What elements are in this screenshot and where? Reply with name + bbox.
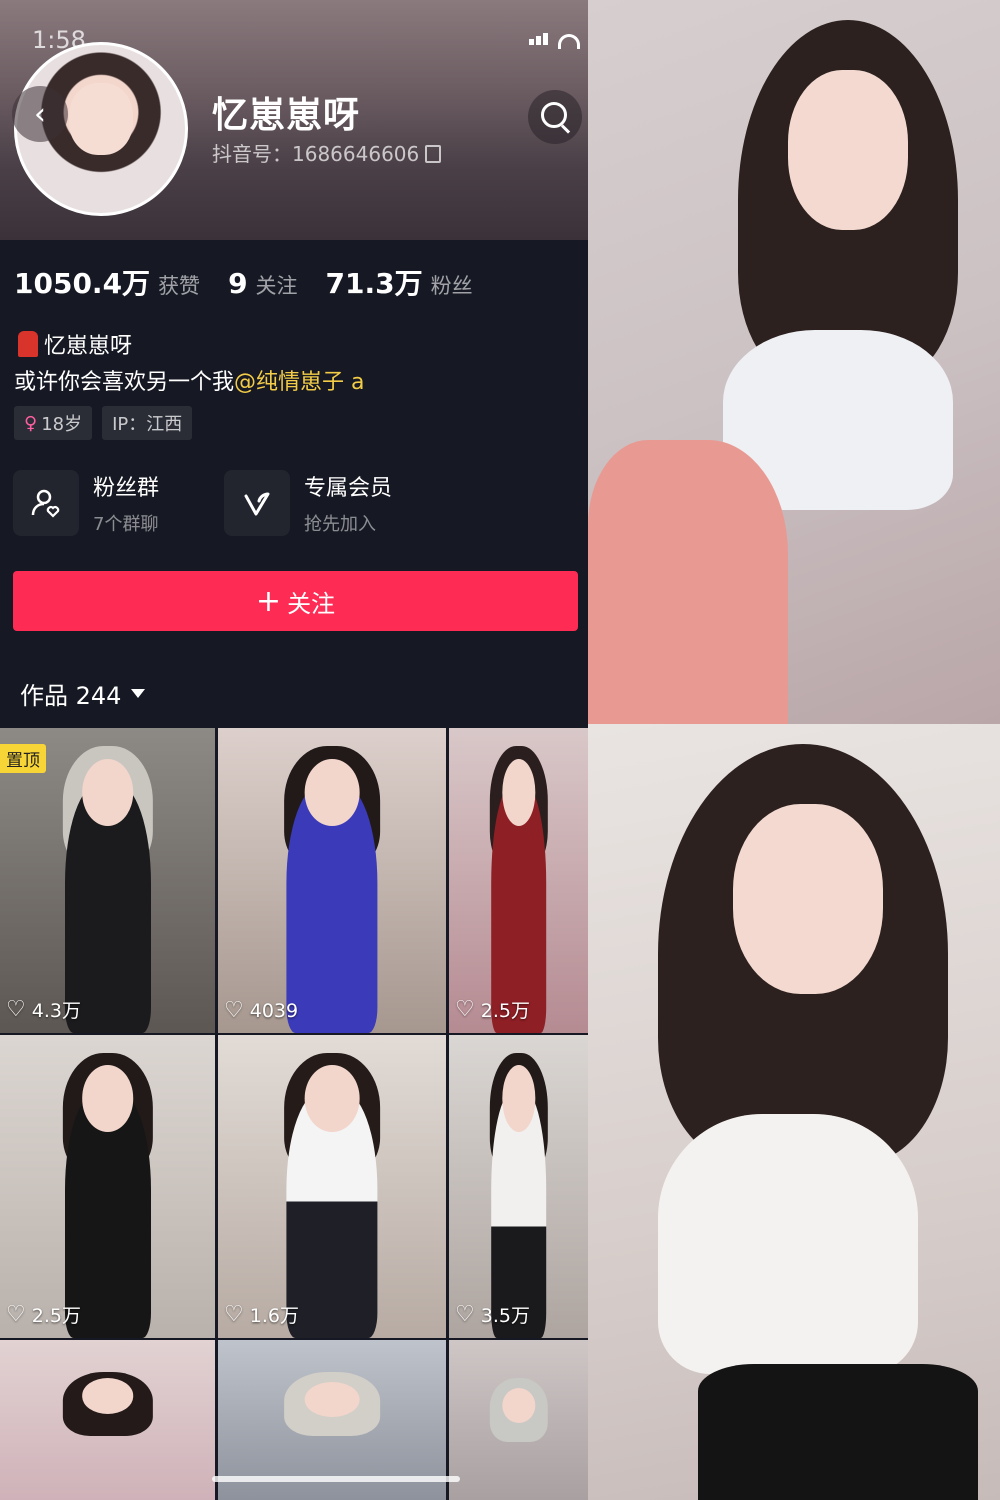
back-button[interactable]: ‹ xyxy=(12,86,68,142)
stat-followers-label: 粉丝 xyxy=(430,274,473,298)
video-tile[interactable]: ♡ 2.5万 xyxy=(449,728,588,1033)
thumbnail-face xyxy=(81,1378,134,1414)
stat-following-label: 关注 xyxy=(255,274,298,298)
stat-followers[interactable]: 71.3万 粉丝 xyxy=(326,262,473,302)
bio-line-1: 忆崽崽呀 xyxy=(18,328,132,360)
search-button[interactable] xyxy=(528,90,582,144)
stat-likes[interactable]: 1050.4万 获赞 xyxy=(14,262,200,302)
photo-bottom xyxy=(588,724,1000,1500)
video-likes-count: 2.5万 xyxy=(480,1000,530,1022)
photo-top-garment xyxy=(658,1114,918,1374)
heart-icon: ♡ xyxy=(6,1302,26,1327)
video-likes: ♡ 2.5万 xyxy=(455,996,530,1023)
video-likes: ♡ 4.3万 xyxy=(6,996,81,1023)
ip-tag-text: IP：江西 xyxy=(112,414,183,435)
heart-icon: ♡ xyxy=(455,1302,475,1327)
bio-line-2-text: 或许你会喜欢另一个我 xyxy=(14,370,235,395)
home-indicator[interactable] xyxy=(212,1476,460,1482)
video-likes-count: 2.5万 xyxy=(31,1305,81,1327)
heart-icon: ♡ xyxy=(455,997,475,1022)
video-tile[interactable]: ♡ 1.6万 xyxy=(218,1035,446,1338)
scarf-icon xyxy=(18,331,38,357)
video-tile[interactable] xyxy=(449,1340,588,1500)
video-tile[interactable]: ♡ 3.5万 xyxy=(449,1035,588,1338)
stat-likes-label: 获赞 xyxy=(158,274,201,298)
female-icon: ♀ xyxy=(24,412,38,434)
membership-entry[interactable]: 专属会员 抢先加入 xyxy=(224,470,392,536)
membership-subtitle: 抢先加入 xyxy=(304,514,376,535)
follow-button-label: 关注 xyxy=(287,589,336,618)
follow-button[interactable]: + 关注 xyxy=(13,571,578,631)
profile-screen: 1:58 ‹ 忆崽崽呀 抖音号：1686646606 1050.4万 获赞 9 关注… xyxy=(0,0,588,1500)
tab-works[interactable]: 作品 244 xyxy=(20,676,146,711)
caret-down-icon xyxy=(131,689,146,698)
video-likes: ♡ 4039 xyxy=(224,998,298,1023)
video-likes-count: 4.3万 xyxy=(31,1000,81,1022)
heart-icon: ♡ xyxy=(224,998,244,1023)
stat-followers-value: 71.3万 xyxy=(325,267,423,300)
vip-v-icon xyxy=(224,470,290,536)
age-tag: ♀ 18岁 xyxy=(14,406,93,440)
age-tag-text: 18岁 xyxy=(41,414,83,435)
pinned-badge: 置顶 xyxy=(0,744,46,773)
video-likes-count: 3.5万 xyxy=(480,1305,530,1327)
thumbnail-face xyxy=(304,1381,360,1417)
video-tile[interactable] xyxy=(0,1340,215,1500)
video-tile[interactable]: 置顶 ♡ 4.3万 xyxy=(0,728,215,1033)
thumbnail-face xyxy=(81,1065,134,1132)
photo-face xyxy=(788,70,908,230)
plus-icon: + xyxy=(255,583,282,619)
douyin-id-text: 抖音号：1686646606 xyxy=(212,142,420,166)
membership-title: 专属会员 xyxy=(304,476,393,501)
stat-likes-value: 1050.4万 xyxy=(14,267,151,300)
photo-face xyxy=(733,804,883,994)
thumbnail-face xyxy=(81,758,134,826)
profile-name: 忆崽崽呀 xyxy=(212,95,361,136)
chevron-left-icon: ‹ xyxy=(34,96,46,132)
photo-pants xyxy=(588,440,788,724)
video-likes: ♡ 2.5万 xyxy=(6,1301,81,1328)
bio-line-2: 或许你会喜欢另一个我@纯情崽子 a xyxy=(14,364,365,396)
photo-top xyxy=(588,0,1000,724)
photo-skirt xyxy=(698,1364,978,1500)
profile-header: 1:58 ‹ 忆崽崽呀 抖音号：1686646606 xyxy=(0,0,588,240)
bio-mention-link[interactable]: @纯情崽子 a xyxy=(234,370,364,395)
video-likes-count: 1.6万 xyxy=(249,1305,299,1327)
video-likes-count: 4039 xyxy=(249,999,299,1022)
copy-icon[interactable] xyxy=(425,145,442,163)
heart-icon: ♡ xyxy=(224,1302,244,1327)
fan-group-subtitle: 7个群聊 xyxy=(93,514,159,535)
thumbnail-face xyxy=(304,758,360,826)
video-likes: ♡ 1.6万 xyxy=(224,1301,299,1328)
profile-tags: ♀ 18岁 IP：江西 xyxy=(14,406,193,440)
fan-group-title: 粉丝群 xyxy=(93,476,160,501)
heart-icon: ♡ xyxy=(6,997,26,1022)
status-icons xyxy=(529,30,580,49)
douyin-id[interactable]: 抖音号：1686646606 xyxy=(212,138,442,167)
avatar-face xyxy=(69,83,133,155)
thumbnail-face xyxy=(501,1065,536,1132)
video-tile[interactable]: ♡ 2.5万 xyxy=(0,1035,215,1338)
works-tab-label: 作品 244 xyxy=(20,682,122,710)
video-likes: ♡ 3.5万 xyxy=(455,1301,530,1328)
ip-tag: IP：江西 xyxy=(102,406,193,440)
wifi-icon xyxy=(558,34,580,49)
profile-stats: 1050.4万 获赞 9 关注 71.3万 粉丝 xyxy=(14,262,473,302)
stat-following-value: 9 xyxy=(228,267,248,300)
video-tile[interactable]: ♡ 4039 xyxy=(218,728,446,1033)
thumbnail-face xyxy=(304,1065,360,1132)
user-group-icon xyxy=(13,470,79,536)
bio-line-1-text: 忆崽崽呀 xyxy=(44,334,133,359)
stat-following[interactable]: 9 关注 xyxy=(228,267,297,300)
fan-group-entry[interactable]: 粉丝群 7个群聊 xyxy=(13,470,159,536)
signal-icon xyxy=(529,30,550,49)
